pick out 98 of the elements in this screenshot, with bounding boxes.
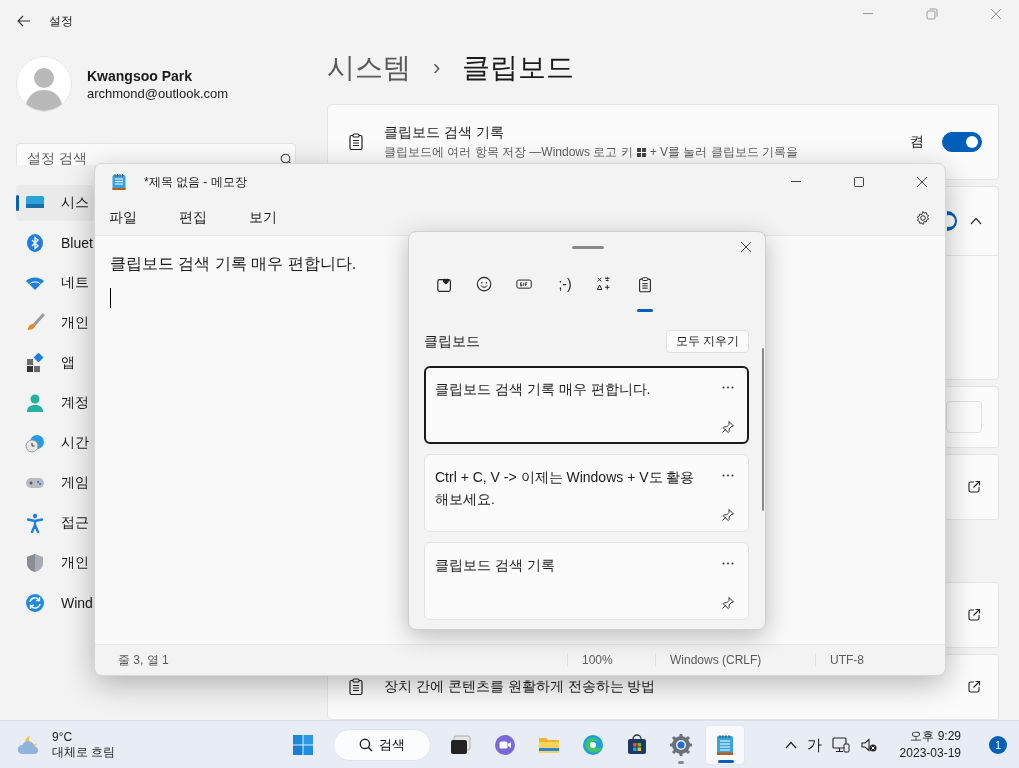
menu-item[interactable]: 보기 <box>241 202 285 233</box>
selected-indicator <box>637 309 653 312</box>
chevron-icon[interactable] <box>970 217 982 225</box>
clipboard-icon <box>346 132 366 152</box>
external-link-icon[interactable] <box>966 679 982 695</box>
nav-item[interactable]: 게임 <box>16 465 94 501</box>
sync-icon <box>25 593 45 613</box>
breadcrumb-link[interactable]: 시스템 <box>327 49 411 87</box>
nav-item[interactable]: Wind <box>16 585 94 621</box>
input-field[interactable] <box>946 401 982 433</box>
clear-all-button[interactable]: 모두 지우기 <box>665 330 749 353</box>
avatar <box>16 56 72 112</box>
more-icon[interactable] <box>722 562 734 565</box>
settings-icon[interactable] <box>915 209 931 226</box>
close-icon[interactable] <box>916 176 928 188</box>
nav-item[interactable]: 개인 <box>16 545 94 581</box>
window-title: *제목 없음 - 메모장 <box>144 173 247 191</box>
nav-item[interactable]: 접근 <box>16 505 94 541</box>
search-button[interactable]: 검색 <box>333 728 431 761</box>
menu-item[interactable]: 파일 <box>101 202 145 233</box>
status-text: Windows (CRLF) <box>655 653 815 667</box>
shield-icon <box>25 553 45 573</box>
close-icon[interactable] <box>740 241 752 253</box>
nav-item[interactable]: Bluet <box>16 225 94 261</box>
setting-title: 장치 간에 콘텐츠를 원활하게 전송하는 방법 <box>384 678 657 696</box>
video-chat-icon <box>494 733 516 756</box>
toggle-state-label: 켬 <box>910 133 924 151</box>
clipboard-icon <box>346 677 366 697</box>
weather-condition: 대체로 흐림 <box>52 744 116 760</box>
taskbar-button[interactable] <box>705 724 745 765</box>
external-link-icon[interactable] <box>966 607 982 623</box>
clipboard-text: 클립보드 검색 기록 매우 편합니다. <box>435 381 651 397</box>
external-link-icon[interactable] <box>966 479 982 495</box>
breadcrumb-separator: › <box>433 55 441 81</box>
status-text: 100% <box>567 653 655 667</box>
setting-description: + V를 눌러 클립보드 기록을 <box>649 143 799 161</box>
browser-icon <box>582 733 604 756</box>
pin-icon[interactable] <box>721 596 735 610</box>
scrollbar[interactable] <box>762 348 764 511</box>
back-icon[interactable] <box>17 15 31 27</box>
nav-item[interactable]: 계정 <box>16 385 94 421</box>
store-bag-icon <box>626 733 648 756</box>
status-text: UTF-8 <box>815 653 878 667</box>
nav-item[interactable]: 앱 <box>16 345 94 381</box>
apps-icon <box>25 353 45 373</box>
bluetooth-icon <box>25 233 45 253</box>
emoji-icon <box>476 276 494 294</box>
input-method-indicator[interactable]: 가 <box>806 735 822 755</box>
user-email: archmond@outlook.com <box>87 85 229 101</box>
clock-date[interactable]: 2023-03-19 <box>899 745 961 762</box>
more-icon[interactable] <box>722 386 734 389</box>
accessibility-icon <box>25 513 45 533</box>
clipboard-item[interactable]: 클립보드 검색 기록 매우 편합니다. <box>424 366 749 444</box>
chevron-up-icon[interactable] <box>784 741 797 749</box>
setting-title: 클립보드 검색 기록 <box>384 123 505 142</box>
globe-clock-icon <box>25 433 45 453</box>
window-title: 설정 <box>49 12 73 30</box>
setting-description: 클립보드에 여러 항목 저장 —Windows 로고 키 <box>384 143 633 161</box>
search-icon <box>359 737 373 752</box>
notification-badge[interactable]: 1 <box>989 736 1007 754</box>
page-title: 클립보드 <box>462 51 575 85</box>
status-text: 줄 3, 열 1 <box>117 651 170 669</box>
toggle-switch[interactable] <box>942 132 982 152</box>
window-stack-icon <box>450 733 472 756</box>
gear-icon <box>670 733 692 756</box>
section-heading: 클립보드 <box>424 332 480 351</box>
favorites-icon <box>436 276 454 294</box>
drag-handle[interactable] <box>572 246 604 249</box>
running-indicator <box>718 759 734 763</box>
brush-icon <box>25 313 45 333</box>
person-icon <box>25 393 45 413</box>
notepad-icon <box>111 173 127 191</box>
tab[interactable]: ;-) <box>553 276 577 312</box>
network-icon[interactable] <box>831 737 850 753</box>
menu-item[interactable]: 편집 <box>171 202 215 233</box>
clipboard-text: 클립보드 검색 기록 <box>435 557 555 573</box>
pin-icon[interactable] <box>721 508 735 522</box>
clipboard-item[interactable]: 클립보드 검색 기록 <box>424 542 749 620</box>
running-indicator <box>678 760 684 764</box>
notepad-icon <box>714 733 736 756</box>
search-field[interactable]: 설정 검색 <box>16 143 296 165</box>
document-text: 클립보드 검색 기록 매우 편합니다. <box>110 254 358 274</box>
clipboard-text: Ctrl + C, V -> 이제는 Windows + V도 활용 해보세요. <box>435 469 695 507</box>
nav-item[interactable]: 네트 <box>16 265 94 301</box>
nav-item[interactable]: 시스 <box>16 185 94 221</box>
windows-logo-icon <box>636 147 646 157</box>
temperature: 9°C <box>52 729 74 745</box>
nav-item[interactable]: 개인 <box>16 305 94 341</box>
more-icon[interactable] <box>722 474 734 477</box>
user-name: Kwangsoo Park <box>87 67 194 84</box>
muted-speaker-icon[interactable] <box>859 737 878 753</box>
clipboard-item[interactable]: Ctrl + C, V -> 이제는 Windows + V도 활용 해보세요. <box>424 454 749 532</box>
clock-time[interactable]: 오후 9:29 <box>899 728 961 745</box>
text-cursor <box>110 288 111 308</box>
nav-item[interactable]: 시간 <box>16 425 94 461</box>
maximize-icon[interactable] <box>853 176 865 188</box>
pin-icon[interactable] <box>721 420 735 434</box>
clipboard-icon <box>636 276 654 294</box>
